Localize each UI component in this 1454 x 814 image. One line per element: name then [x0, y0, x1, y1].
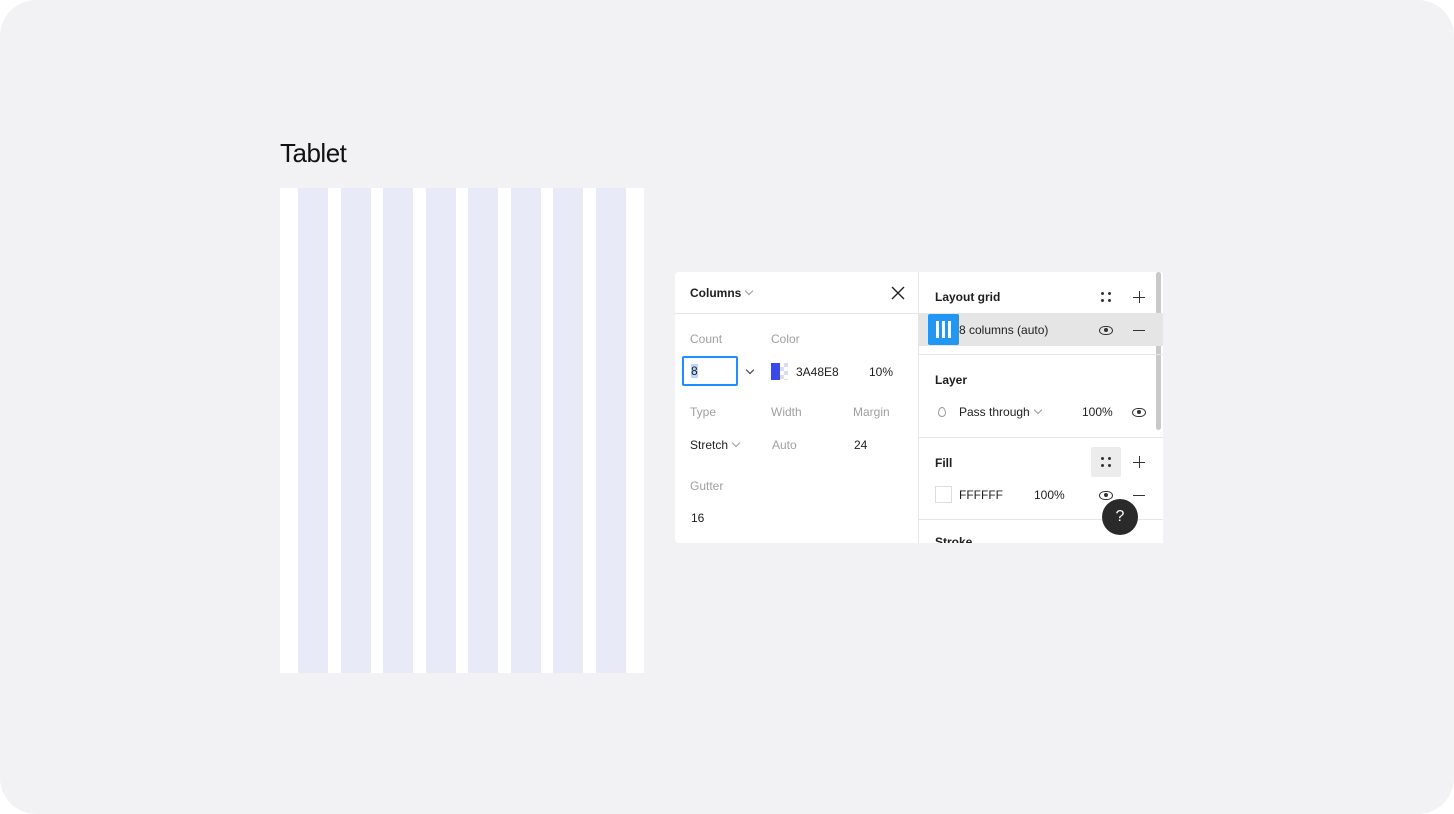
- divider: [919, 437, 1163, 438]
- remove-grid-button[interactable]: [1124, 315, 1154, 345]
- tablet-frame[interactable]: [280, 188, 644, 673]
- layout-grid-item[interactable]: 8 columns (auto): [919, 313, 1163, 346]
- blend-mode-dropdown[interactable]: Pass through: [959, 405, 1042, 419]
- toggle-layer-visibility-button[interactable]: [1124, 397, 1154, 427]
- toggle-grid-visibility-button[interactable]: [1091, 315, 1121, 345]
- fill-styles-button[interactable]: [1091, 447, 1121, 477]
- eye-icon: [1099, 490, 1113, 500]
- color-swatch[interactable]: [771, 363, 788, 380]
- fill-hex-input[interactable]: FFFFFF: [959, 488, 1003, 502]
- color-label: Color: [771, 332, 800, 346]
- chevron-down-icon: [745, 286, 754, 296]
- type-dropdown[interactable]: Stretch: [690, 438, 741, 452]
- grid-column: [468, 188, 498, 673]
- eye-icon: [1132, 407, 1146, 417]
- grid-column: [596, 188, 626, 673]
- help-icon: ?: [1115, 508, 1125, 525]
- chevron-down-icon: [731, 438, 741, 448]
- width-input[interactable]: Auto: [772, 438, 797, 452]
- count-label: Count: [690, 332, 723, 346]
- grid-settings-popover: Columns Count Color 8 3A48E8 10% Type Wi…: [675, 272, 918, 543]
- fill-title: Fill: [935, 456, 953, 470]
- canvas: Tablet Columns Count Color 8 3A48E8 10% …: [0, 0, 1454, 814]
- help-button[interactable]: ?: [1102, 499, 1138, 535]
- type-value: Stretch: [690, 438, 729, 452]
- add-fill-button[interactable]: [1124, 447, 1154, 477]
- frame-title[interactable]: Tablet: [280, 138, 347, 169]
- chevron-down-icon[interactable]: [745, 365, 755, 375]
- fill-opacity-input[interactable]: 100%: [1034, 488, 1065, 502]
- grid-column: [426, 188, 456, 673]
- fill-color-swatch[interactable]: [935, 486, 952, 503]
- styles-icon: [1101, 457, 1111, 467]
- popover-header: Columns: [675, 272, 918, 314]
- grid-column: [383, 188, 413, 673]
- grid-styles-button[interactable]: [1091, 282, 1121, 312]
- divider: [919, 354, 1163, 355]
- margin-label: Margin: [853, 405, 890, 419]
- chevron-down-icon: [1033, 405, 1042, 415]
- layout-grid-item-label[interactable]: 8 columns (auto): [959, 323, 1048, 337]
- grid-type-dropdown[interactable]: Columns: [690, 286, 754, 300]
- grid-column: [511, 188, 541, 673]
- width-label: Width: [771, 405, 802, 419]
- margin-input[interactable]: 24: [854, 438, 867, 452]
- layer-opacity-input[interactable]: 100%: [1082, 405, 1113, 419]
- add-layout-grid-button[interactable]: [1124, 282, 1154, 312]
- eye-icon: [1099, 325, 1113, 335]
- blend-mode-value: Pass through: [959, 405, 1030, 419]
- stroke-title: Stroke: [935, 535, 973, 543]
- grid-column: [553, 188, 583, 673]
- blend-mode-icon: [938, 407, 946, 417]
- count-input[interactable]: 8: [682, 356, 738, 386]
- gutter-label: Gutter: [690, 479, 724, 493]
- column-grid-icon[interactable]: [928, 314, 959, 345]
- grid-type-label: Columns: [690, 286, 742, 300]
- layer-title: Layer: [935, 373, 968, 387]
- gutter-input[interactable]: 16: [691, 511, 704, 525]
- color-hex-input[interactable]: 3A48E8: [796, 365, 839, 379]
- scrollbar[interactable]: [1156, 272, 1161, 430]
- close-icon[interactable]: [889, 284, 907, 302]
- count-value: 8: [691, 364, 698, 378]
- styles-icon: [1101, 292, 1111, 302]
- layout-grid-title: Layout grid: [935, 290, 1001, 304]
- grid-column: [341, 188, 371, 673]
- type-label: Type: [690, 405, 717, 419]
- grid-column: [298, 188, 328, 673]
- color-opacity-input[interactable]: 10%: [869, 365, 893, 379]
